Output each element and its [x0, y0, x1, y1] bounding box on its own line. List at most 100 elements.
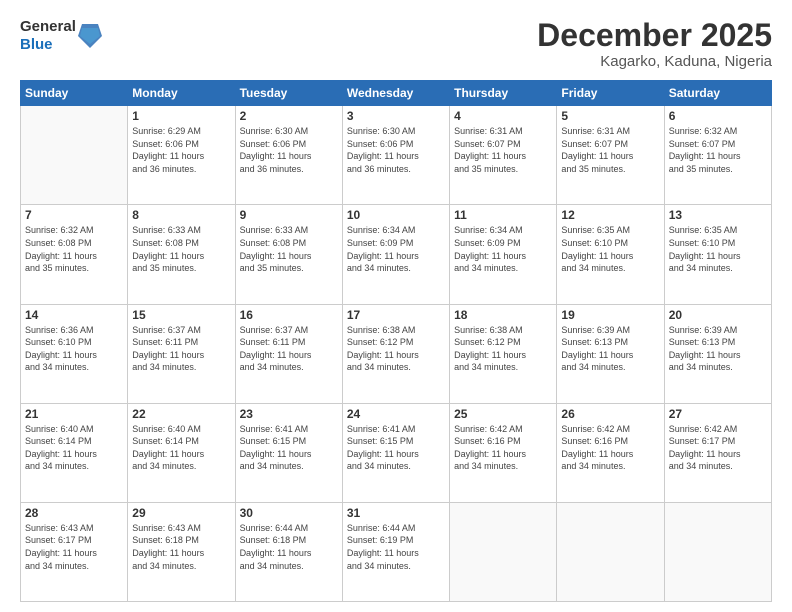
cell-info: Sunrise: 6:43 AMSunset: 6:18 PMDaylight:…: [132, 523, 204, 571]
calendar-cell: 13Sunrise: 6:35 AMSunset: 6:10 PMDayligh…: [664, 205, 771, 304]
calendar-cell: 5 Sunrise: 6:31 AMSunset: 6:07 PMDaylight…: [557, 106, 664, 205]
cell-info: Sunrise: 6:42 AMSunset: 6:16 PMDaylight:…: [454, 424, 526, 472]
cell-info: Sunrise: 6:43 AMSunset: 6:17 PMDaylight:…: [25, 523, 97, 571]
day-number: 11: [454, 208, 552, 222]
calendar-cell: 27 Sunrise: 6:42 AMSunset: 6:17 PMDayligh…: [664, 403, 771, 502]
day-number: 29: [132, 506, 230, 520]
logo: General Blue: [20, 18, 102, 54]
cell-info: Sunrise: 6:41 AMSunset: 6:15 PMDaylight:…: [240, 424, 312, 472]
cell-info: Sunrise: 6:31 AMSunset: 6:07 PMDaylight:…: [454, 126, 526, 174]
day-number: 27: [669, 407, 767, 421]
calendar-cell: [450, 502, 557, 601]
title-block: December 2025 Kagarko, Kaduna, Nigeria: [537, 18, 772, 70]
cell-info: Sunrise: 6:40 AMSunset: 6:14 PMDaylight:…: [25, 424, 97, 472]
calendar-header: Sunday Monday Tuesday Wednesday Thursday…: [21, 81, 772, 106]
page: General Blue December 2025 Kagarko, Kadu…: [0, 0, 792, 612]
header: General Blue December 2025 Kagarko, Kadu…: [20, 18, 772, 70]
calendar-cell: 30 Sunrise: 6:44 AMSunset: 6:18 PMDayligh…: [235, 502, 342, 601]
logo-icon: [78, 22, 102, 50]
calendar-cell: 12Sunrise: 6:35 AMSunset: 6:10 PMDayligh…: [557, 205, 664, 304]
logo-text: General Blue: [20, 18, 76, 54]
col-monday: Monday: [128, 81, 235, 106]
calendar-week-1: 1 Sunrise: 6:29 AMSunset: 6:06 PMDaylight…: [21, 106, 772, 205]
header-row: Sunday Monday Tuesday Wednesday Thursday…: [21, 81, 772, 106]
day-number: 22: [132, 407, 230, 421]
day-number: 25: [454, 407, 552, 421]
day-number: 23: [240, 407, 338, 421]
calendar-cell: 15Sunrise: 6:37 AMSunset: 6:11 PMDayligh…: [128, 304, 235, 403]
col-saturday: Saturday: [664, 81, 771, 106]
calendar-cell: 19 Sunrise: 6:39 AMSunset: 6:13 PMDayligh…: [557, 304, 664, 403]
cell-info: Sunrise: 6:33 AMSunset: 6:08 PMDaylight:…: [240, 225, 312, 273]
calendar-cell: [21, 106, 128, 205]
cell-info: Sunrise: 6:40 AMSunset: 6:14 PMDaylight:…: [132, 424, 204, 472]
calendar-week-2: 7 Sunrise: 6:32 AMSunset: 6:08 PMDaylight…: [21, 205, 772, 304]
cell-info: Sunrise: 6:32 AMSunset: 6:07 PMDaylight:…: [669, 126, 741, 174]
calendar-cell: 3 Sunrise: 6:30 AMSunset: 6:06 PMDaylight…: [342, 106, 449, 205]
cell-info: Sunrise: 6:34 AMSunset: 6:09 PMDaylight:…: [454, 225, 526, 273]
day-number: 13: [669, 208, 767, 222]
day-number: 3: [347, 109, 445, 123]
day-number: 16: [240, 308, 338, 322]
col-wednesday: Wednesday: [342, 81, 449, 106]
calendar-body: 1 Sunrise: 6:29 AMSunset: 6:06 PMDaylight…: [21, 106, 772, 602]
col-thursday: Thursday: [450, 81, 557, 106]
calendar-cell: 6 Sunrise: 6:32 AMSunset: 6:07 PMDaylight…: [664, 106, 771, 205]
day-number: 20: [669, 308, 767, 322]
calendar-cell: 31Sunrise: 6:44 AMSunset: 6:19 PMDayligh…: [342, 502, 449, 601]
cell-info: Sunrise: 6:41 AMSunset: 6:15 PMDaylight:…: [347, 424, 419, 472]
calendar-cell: [664, 502, 771, 601]
day-number: 7: [25, 208, 123, 222]
calendar-cell: 14Sunrise: 6:36 AMSunset: 6:10 PMDayligh…: [21, 304, 128, 403]
logo-general: General: [20, 18, 76, 35]
calendar-cell: 22 Sunrise: 6:40 AMSunset: 6:14 PMDayligh…: [128, 403, 235, 502]
cell-info: Sunrise: 6:37 AMSunset: 6:11 PMDaylight:…: [240, 325, 312, 373]
month-year: December 2025: [537, 18, 772, 53]
calendar-cell: 4 Sunrise: 6:31 AMSunset: 6:07 PMDaylight…: [450, 106, 557, 205]
calendar-table: Sunday Monday Tuesday Wednesday Thursday…: [20, 80, 772, 602]
calendar-cell: 9Sunrise: 6:33 AMSunset: 6:08 PMDaylight…: [235, 205, 342, 304]
cell-info: Sunrise: 6:29 AMSunset: 6:06 PMDaylight:…: [132, 126, 204, 174]
col-friday: Friday: [557, 81, 664, 106]
logo-blue: Blue: [20, 36, 53, 53]
cell-info: Sunrise: 6:42 AMSunset: 6:17 PMDaylight:…: [669, 424, 741, 472]
cell-info: Sunrise: 6:42 AMSunset: 6:16 PMDaylight:…: [561, 424, 633, 472]
calendar-cell: 2Sunrise: 6:30 AMSunset: 6:06 PMDaylight…: [235, 106, 342, 205]
day-number: 5: [561, 109, 659, 123]
calendar-cell: 26Sunrise: 6:42 AMSunset: 6:16 PMDayligh…: [557, 403, 664, 502]
cell-info: Sunrise: 6:34 AMSunset: 6:09 PMDaylight:…: [347, 225, 419, 273]
calendar-week-3: 14Sunrise: 6:36 AMSunset: 6:10 PMDayligh…: [21, 304, 772, 403]
day-number: 17: [347, 308, 445, 322]
cell-info: Sunrise: 6:44 AMSunset: 6:18 PMDaylight:…: [240, 523, 312, 571]
cell-info: Sunrise: 6:39 AMSunset: 6:13 PMDaylight:…: [561, 325, 633, 373]
cell-info: Sunrise: 6:38 AMSunset: 6:12 PMDaylight:…: [454, 325, 526, 373]
cell-info: Sunrise: 6:37 AMSunset: 6:11 PMDaylight:…: [132, 325, 204, 373]
calendar-week-4: 21 Sunrise: 6:40 AMSunset: 6:14 PMDayligh…: [21, 403, 772, 502]
day-number: 19: [561, 308, 659, 322]
day-number: 4: [454, 109, 552, 123]
cell-info: Sunrise: 6:36 AMSunset: 6:10 PMDaylight:…: [25, 325, 97, 373]
calendar-cell: 21 Sunrise: 6:40 AMSunset: 6:14 PMDayligh…: [21, 403, 128, 502]
calendar-cell: [557, 502, 664, 601]
day-number: 1: [132, 109, 230, 123]
col-tuesday: Tuesday: [235, 81, 342, 106]
calendar-cell: 7 Sunrise: 6:32 AMSunset: 6:08 PMDaylight…: [21, 205, 128, 304]
day-number: 24: [347, 407, 445, 421]
location: Kagarko, Kaduna, Nigeria: [537, 53, 772, 70]
cell-info: Sunrise: 6:32 AMSunset: 6:08 PMDaylight:…: [25, 225, 97, 273]
day-number: 10: [347, 208, 445, 222]
calendar-cell: 20Sunrise: 6:39 AMSunset: 6:13 PMDayligh…: [664, 304, 771, 403]
cell-info: Sunrise: 6:30 AMSunset: 6:06 PMDaylight:…: [347, 126, 419, 174]
cell-info: Sunrise: 6:33 AMSunset: 6:08 PMDaylight:…: [132, 225, 204, 273]
calendar-cell: 28Sunrise: 6:43 AMSunset: 6:17 PMDayligh…: [21, 502, 128, 601]
day-number: 8: [132, 208, 230, 222]
day-number: 6: [669, 109, 767, 123]
day-number: 30: [240, 506, 338, 520]
day-number: 12: [561, 208, 659, 222]
day-number: 21: [25, 407, 123, 421]
col-sunday: Sunday: [21, 81, 128, 106]
calendar-cell: 10 Sunrise: 6:34 AMSunset: 6:09 PMDayligh…: [342, 205, 449, 304]
calendar-cell: 11 Sunrise: 6:34 AMSunset: 6:09 PMDayligh…: [450, 205, 557, 304]
cell-info: Sunrise: 6:31 AMSunset: 6:07 PMDaylight:…: [561, 126, 633, 174]
calendar-cell: 17Sunrise: 6:38 AMSunset: 6:12 PMDayligh…: [342, 304, 449, 403]
